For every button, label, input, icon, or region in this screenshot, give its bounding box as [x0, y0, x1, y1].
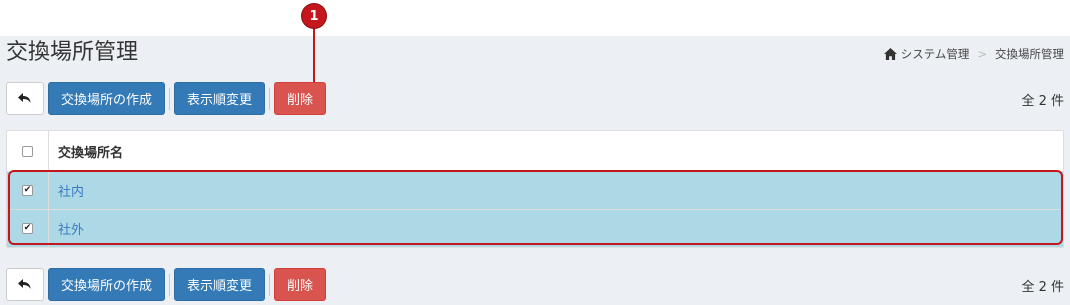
location-table: 交換場所名 ✔ 社内 ✔ 社外 [6, 130, 1064, 248]
back-button[interactable] [6, 268, 44, 301]
breadcrumb-separator: > [977, 47, 987, 61]
create-location-button[interactable]: 交換場所の作成 [48, 268, 166, 301]
location-name-link[interactable]: 社内 [49, 172, 1063, 209]
home-icon[interactable] [883, 48, 897, 60]
callout-line [313, 24, 315, 82]
column-header-name[interactable]: 交換場所名 [49, 131, 1063, 171]
create-location-button[interactable]: 交換場所の作成 [48, 82, 166, 115]
table-header-row: 交換場所名 [7, 131, 1063, 171]
toolbar-divider [169, 273, 171, 296]
breadcrumb: システム管理 > 交換場所管理 [883, 46, 1064, 62]
item-count: 全 2 件 [1021, 94, 1064, 109]
select-all-checkbox[interactable] [22, 145, 33, 157]
reorder-button[interactable]: 表示順変更 [174, 82, 266, 115]
row-check-cell: ✔ [7, 172, 49, 209]
breadcrumb-item-current: 交換場所管理 [995, 47, 1064, 61]
callout-badge: 1 [302, 4, 326, 28]
location-name-link[interactable]: 社外 [49, 210, 1063, 247]
page-title: 交換場所管理 [6, 40, 139, 65]
reorder-button[interactable]: 表示順変更 [174, 268, 266, 301]
row-check-cell: ✔ [7, 210, 49, 247]
back-button[interactable] [6, 82, 44, 115]
breadcrumb-item-system-admin[interactable]: システム管理 [901, 46, 970, 62]
row-checkbox[interactable]: ✔ [22, 223, 33, 234]
table-row[interactable]: ✔ 社内 [7, 171, 1063, 209]
toolbar-divider [169, 87, 171, 110]
toolbar-divider [269, 273, 271, 296]
row-checkbox[interactable]: ✔ [22, 185, 33, 196]
select-all-cell [7, 131, 49, 171]
toolbar-divider [269, 87, 271, 110]
item-count: 全 2 件 [1021, 280, 1064, 295]
undo-arrow-icon [18, 92, 31, 103]
delete-button[interactable]: 削除 [274, 268, 327, 301]
bottom-toolbar: 交換場所の作成 表示順変更 削除 [6, 268, 327, 301]
undo-arrow-icon [18, 278, 31, 289]
delete-button[interactable]: 削除 [274, 82, 327, 115]
table-row[interactable]: ✔ 社外 [7, 209, 1063, 247]
top-toolbar: 交換場所の作成 表示順変更 削除 [6, 82, 327, 115]
